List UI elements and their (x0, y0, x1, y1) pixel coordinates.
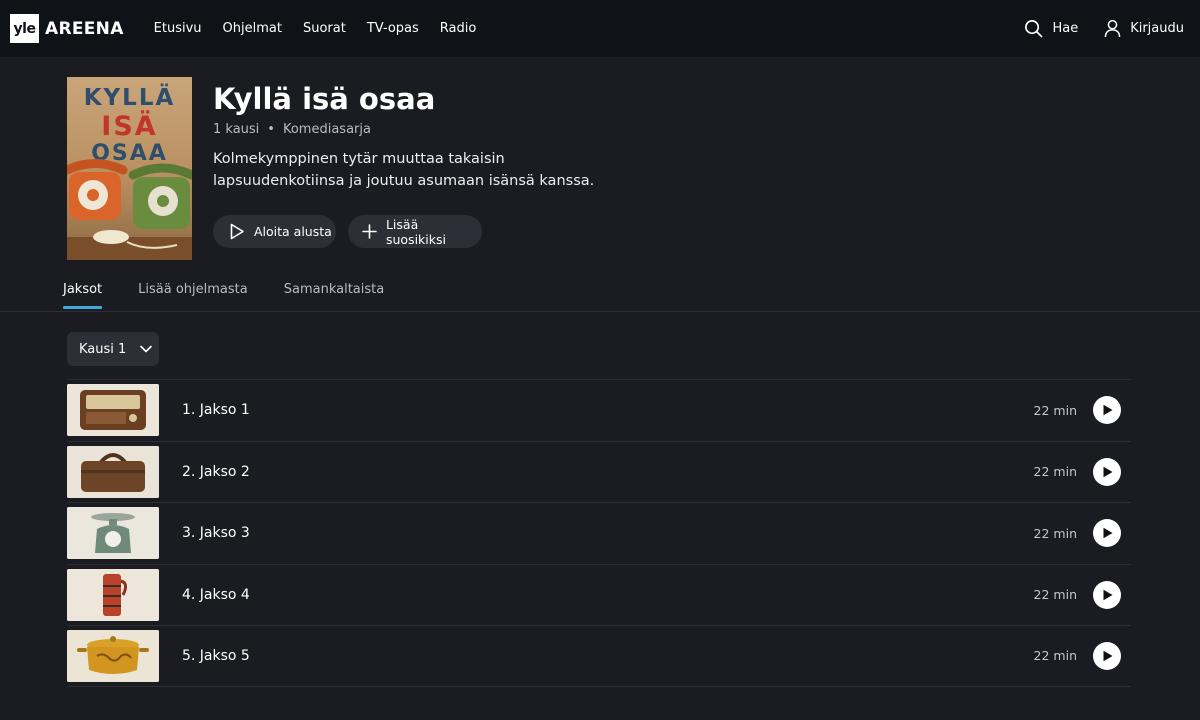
content-tabs: Jaksot Lisää ohjelmasta Samankaltaista (63, 282, 420, 309)
episode-play-button[interactable] (1093, 396, 1121, 425)
episode-thumbnail-pot (67, 629, 159, 682)
start-from-beginning-label: Aloita alusta (254, 224, 332, 239)
series-meta: 1 kausi • Komediasarja (213, 122, 371, 137)
nav-link-etusivu[interactable]: Etusivu (154, 21, 202, 36)
nav-link-tv-opas[interactable]: TV-opas (367, 21, 419, 36)
episode-duration: 22 min (1033, 402, 1077, 418)
add-to-favorites-label: Lisää suosikiksi (385, 216, 446, 247)
search-icon (1025, 20, 1043, 38)
episode-duration: 22 min (1033, 525, 1077, 541)
episode-title: 4. Jakso 4 (182, 586, 250, 603)
episode-row[interactable]: 2. Jakso 2 22 min (67, 440, 1131, 503)
login-button[interactable]: Kirjaudu (1104, 19, 1184, 38)
episode-row[interactable]: 5. Jakso 5 22 min (67, 625, 1131, 687)
episode-play-button[interactable] (1093, 641, 1121, 670)
nav-link-ohjelmat[interactable]: Ohjelmat (223, 21, 282, 36)
episode-title: 3. Jakso 3 (182, 525, 250, 542)
cover-telephones-illustration (67, 159, 192, 260)
play-icon (1103, 405, 1112, 416)
episode-play-button[interactable] (1093, 580, 1121, 609)
play-icon (1103, 650, 1112, 661)
yle-areena-logo[interactable]: yle AREENA (10, 14, 124, 43)
episode-row[interactable]: 4. Jakso 4 22 min (67, 563, 1131, 626)
series-genre: Komediasarja (282, 122, 371, 137)
chevron-down-icon (140, 345, 153, 353)
episode-thumbnail-thermos (67, 568, 159, 621)
series-description: Kolmekymppinen tytär muuttaa takaisin la… (213, 151, 595, 189)
episode-duration: 22 min (1033, 648, 1077, 664)
episode-duration: 22 min (1033, 587, 1077, 603)
episode-thumbnail-scale (67, 507, 159, 560)
pot-thumb-illustration (67, 629, 159, 682)
tab-samankaltaista[interactable]: Samankaltaista (284, 282, 384, 309)
season-count: 1 kausi (213, 122, 260, 137)
episode-row[interactable]: 1. Jakso 1 22 min (67, 379, 1131, 441)
tab-lisaa-ohjelmasta[interactable]: Lisää ohjelmasta (138, 282, 248, 309)
play-icon (1103, 589, 1112, 600)
episode-thumbnail-bag (67, 445, 159, 498)
top-nav: yle AREENA Etusivu Ohjelmat Suorat TV-op… (0, 0, 1200, 57)
plus-icon (362, 224, 377, 239)
play-outline-icon (230, 223, 244, 240)
add-to-favorites-button[interactable]: Lisää suosikiksi (348, 215, 482, 248)
series-cover-image: KYLLÄ ISÄ OSAA (67, 77, 192, 260)
season-dropdown[interactable]: Kausi 1 (67, 332, 159, 366)
nav-actions: Hae Kirjaudu (998, 0, 1184, 57)
nav-link-suorat[interactable]: Suorat (303, 21, 346, 36)
play-icon (1103, 466, 1112, 477)
yle-logo-box: yle (10, 14, 39, 43)
episode-duration: 22 min (1033, 464, 1077, 480)
episode-row[interactable]: 3. Jakso 3 22 min (67, 502, 1131, 564)
episode-title: 5. Jakso 5 (182, 647, 250, 664)
episode-play-button[interactable] (1093, 519, 1121, 548)
series-title: Kyllä isä osaa (213, 82, 436, 116)
radio-thumb-illustration (67, 384, 159, 437)
episode-list: 1. Jakso 1 22 min 2. Jakso 2 22 min 3. J… (67, 379, 1131, 687)
search-button[interactable]: Hae (1024, 19, 1078, 38)
scale-thumb-illustration (67, 507, 159, 560)
season-dropdown-label: Kausi 1 (79, 341, 127, 357)
areena-logo-text: AREENA (45, 18, 124, 39)
episode-title: 2. Jakso 2 (182, 463, 250, 480)
tabs-divider (0, 311, 1200, 312)
bag-thumb-illustration (67, 445, 159, 498)
thermos-thumb-illustration (67, 568, 159, 621)
main-nav-links: Etusivu Ohjelmat Suorat TV-opas Radio (154, 21, 498, 36)
episode-title: 1. Jakso 1 (182, 402, 250, 419)
search-label: Hae (1052, 21, 1079, 36)
login-label: Kirjaudu (1130, 21, 1184, 36)
play-icon (1103, 528, 1112, 539)
nav-link-radio[interactable]: Radio (440, 21, 477, 36)
start-from-beginning-button[interactable]: Aloita alusta (213, 215, 336, 248)
episode-play-button[interactable] (1093, 457, 1121, 486)
meta-separator: • (267, 122, 275, 137)
episode-thumbnail-radio (67, 384, 159, 437)
user-icon (1104, 19, 1121, 38)
tab-jaksot[interactable]: Jaksot (63, 282, 103, 309)
